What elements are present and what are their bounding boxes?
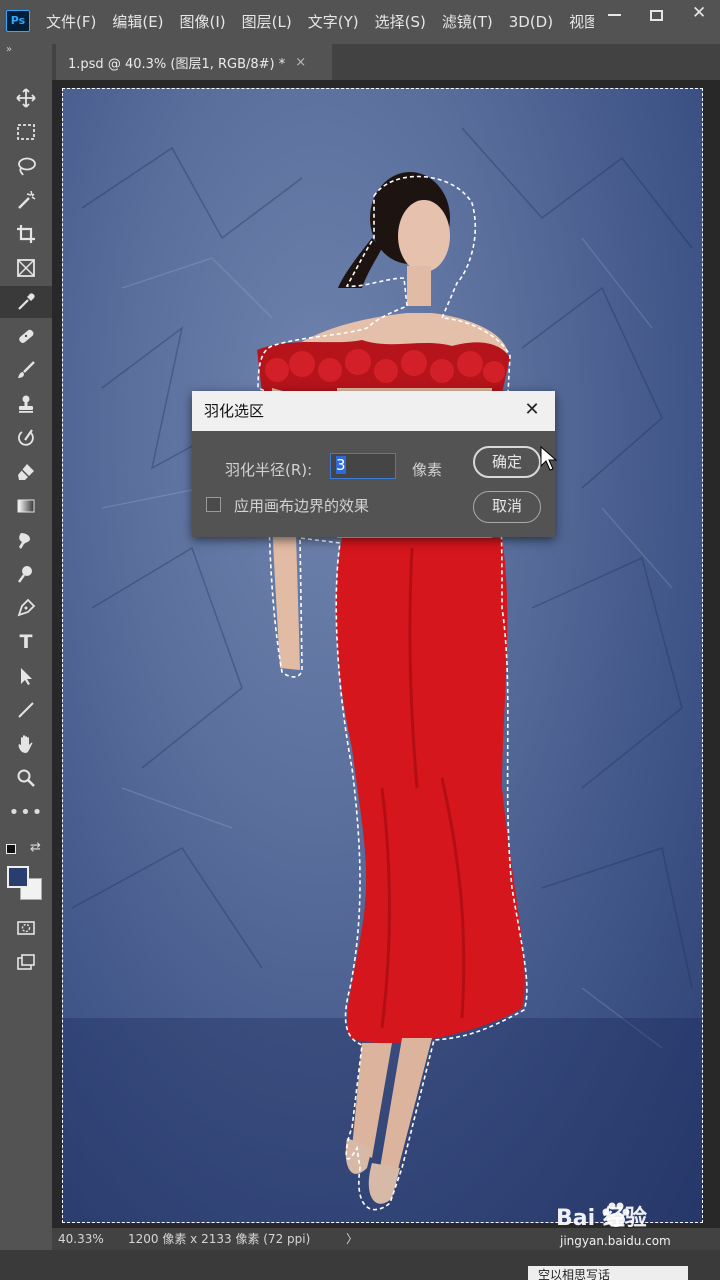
feather-radius-input[interactable]: 3: [330, 453, 396, 479]
menu-items: 文件(F) 编辑(E) 图像(I) 图层(L) 文字(Y) 选择(S) 滤镜(T…: [46, 0, 615, 44]
zoom-level[interactable]: 40.33%: [52, 1228, 116, 1250]
pen-icon: [17, 598, 36, 617]
smudge-icon: [19, 533, 30, 549]
quick-mask-button[interactable]: [0, 912, 52, 944]
marquee-tool[interactable]: [0, 116, 52, 148]
photoshop-logo-icon[interactable]: Ps: [6, 10, 30, 32]
window-controls: ✕: [594, 0, 720, 32]
menu-edit[interactable]: 编辑(E): [112, 0, 163, 44]
document-info: 1200 像素 x 2133 像素 (72 ppi): [128, 1232, 311, 1246]
pen-tool[interactable]: [0, 592, 52, 624]
status-menu-arrow-icon[interactable]: 〉: [346, 1228, 358, 1250]
minimize-button[interactable]: [594, 0, 636, 32]
ok-button[interactable]: 确定: [473, 446, 541, 478]
eyedropper-icon: [18, 293, 35, 310]
foreground-color-swatch[interactable]: [7, 866, 29, 888]
gradient-tool[interactable]: [0, 490, 52, 522]
default-colors-icon[interactable]: [6, 844, 16, 854]
canvas-image: [62, 127, 703, 1223]
baidu-paw-icon: [602, 1202, 630, 1227]
canvas-area[interactable]: [52, 80, 720, 1228]
type-icon: T: [19, 631, 33, 653]
brush-icon: [18, 361, 35, 378]
move-icon: [16, 88, 36, 108]
quick-mask-icon: [17, 921, 35, 935]
close-icon: ✕: [692, 3, 707, 23]
menu-image[interactable]: 图像(I): [180, 0, 226, 44]
apply-canvas-bounds-checkbox[interactable]: [206, 497, 221, 512]
watermark-url: jingyan.baidu.com: [560, 1234, 671, 1248]
menu-bar: Ps 文件(F) 编辑(E) 图像(I) 图层(L) 文字(Y) 选择(S) 滤…: [0, 0, 720, 44]
more-tools-button[interactable]: •••: [0, 796, 52, 828]
menu-layer[interactable]: 图层(L): [242, 0, 292, 44]
cancel-button[interactable]: 取消: [473, 491, 541, 523]
type-tool[interactable]: T: [0, 626, 52, 658]
brush-tool[interactable]: [0, 354, 52, 386]
screen-mode-button[interactable]: [0, 946, 52, 978]
radius-unit-label: 像素: [412, 461, 443, 479]
collapse-panel-icon[interactable]: »: [6, 44, 12, 55]
history-brush-tool[interactable]: [0, 422, 52, 454]
screen-mode-icon: [17, 954, 35, 970]
blur-tool[interactable]: [0, 524, 52, 556]
move-tool[interactable]: [0, 82, 52, 114]
feather-selection-dialog: 羽化选区 ✕ 羽化半径(R): 3 像素 确定 取消 应用画布边界的效果: [192, 391, 555, 537]
path-select-tool[interactable]: [0, 660, 52, 692]
lasso-icon: [18, 157, 36, 176]
menu-file[interactable]: 文件(F): [46, 0, 96, 44]
menu-select[interactable]: 选择(S): [375, 0, 426, 44]
magic-wand-tool[interactable]: [0, 184, 52, 216]
close-window-button[interactable]: ✕: [678, 0, 720, 32]
dialog-close-icon[interactable]: ✕: [519, 397, 545, 423]
bandage-icon: [19, 329, 34, 343]
document-canvas[interactable]: [62, 88, 703, 1223]
frame-icon: [17, 259, 35, 277]
magnifier-icon: [17, 769, 35, 787]
crop-tool[interactable]: [0, 218, 52, 250]
tools-panel: » T ••• ⇄: [0, 44, 52, 1250]
more-icon: •••: [8, 801, 44, 823]
minimize-icon: [608, 6, 621, 16]
menu-type[interactable]: 文字(Y): [308, 0, 359, 44]
dialog-titlebar[interactable]: 羽化选区 ✕: [192, 391, 555, 431]
gradient-icon: [17, 499, 35, 513]
hand-icon: [18, 735, 33, 753]
menu-3d[interactable]: 3D(D): [509, 0, 553, 44]
document-tab-bar: 1.psd @ 40.3% (图层1, RGB/8#) * ×: [52, 44, 720, 80]
close-tab-icon[interactable]: ×: [295, 55, 306, 70]
document-tab-title: 1.psd @ 40.3% (图层1, RGB/8#) *: [68, 56, 286, 72]
mouse-cursor-icon: [540, 446, 558, 471]
lasso-tool[interactable]: [0, 150, 52, 182]
crop-icon: [17, 225, 35, 243]
line-tool[interactable]: [0, 694, 52, 726]
stamp-icon: [19, 395, 33, 413]
eyedropper-tool[interactable]: [0, 286, 52, 318]
dialog-title: 羽化选区: [204, 402, 265, 420]
eraser-icon: [18, 464, 34, 480]
eraser-tool[interactable]: [0, 456, 52, 488]
frame-tool[interactable]: [0, 252, 52, 284]
apply-canvas-bounds-label[interactable]: 应用画布边界的效果: [234, 495, 369, 516]
document-tab[interactable]: 1.psd @ 40.3% (图层1, RGB/8#) * ×: [56, 44, 332, 80]
magic-wand-icon: [18, 190, 36, 209]
maximize-icon: [650, 10, 663, 21]
baidu-jingyan-watermark: Bai 经验 jingyan.baidu.com: [556, 1200, 706, 1252]
history-brush-icon: [18, 429, 34, 446]
swap-colors-icon[interactable]: ⇄: [30, 840, 41, 855]
dodge-tool[interactable]: [0, 558, 52, 590]
marquee-icon: [17, 124, 35, 140]
zoom-tool[interactable]: [0, 762, 52, 794]
feather-radius-value: 3: [336, 456, 346, 474]
dodge-icon: [18, 566, 32, 583]
feather-radius-label: 羽化半径(R):: [225, 461, 313, 479]
menu-filter[interactable]: 滤镜(T): [442, 0, 493, 44]
stamp-tool[interactable]: [0, 388, 52, 420]
line-icon: [18, 702, 34, 718]
maximize-button[interactable]: [636, 0, 678, 32]
notification-bar[interactable]: 空以相思写话: [528, 1266, 688, 1280]
healing-tool[interactable]: [0, 320, 52, 352]
arrow-cursor-icon: [21, 668, 32, 685]
hand-tool[interactable]: [0, 728, 52, 760]
